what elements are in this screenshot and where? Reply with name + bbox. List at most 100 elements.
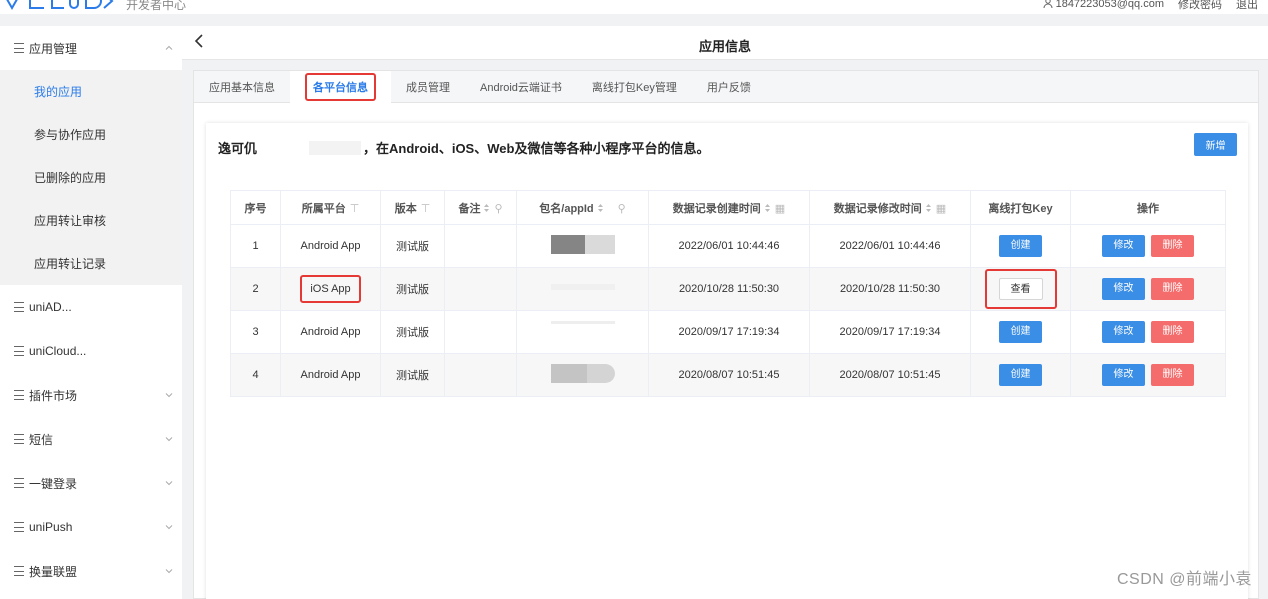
col-label: 离线打包Key [988, 202, 1053, 215]
col-label: 包名/appId [539, 202, 594, 215]
sidebar-group-sms[interactable]: 短信 [0, 417, 182, 461]
chevron-down-icon [165, 481, 173, 486]
tab-platform-info[interactable]: 各平台信息 [290, 71, 391, 103]
sidebar-group-label: 换量联盟 [29, 564, 78, 579]
edit-button[interactable]: 修改 [1102, 364, 1145, 386]
cell-package [516, 267, 649, 311]
create-key-button[interactable]: 创建 [999, 235, 1042, 257]
key-highlight: 查看 [984, 269, 1057, 309]
cell-remark [444, 310, 517, 354]
sort-icon[interactable] [764, 203, 771, 213]
delete-button[interactable]: 删除 [1151, 364, 1194, 386]
cell-no: 1 [230, 224, 281, 268]
tab-bar: 应用基本信息 各平台信息 成员管理 Android云端证书 离线打包Key管理 … [194, 71, 1258, 103]
calendar-icon[interactable]: ▦ [775, 202, 785, 215]
sidebar-item-transfer-review[interactable]: 应用转让审核 [0, 199, 182, 242]
sidebar-item-transfer-records[interactable]: 应用转让记录 [0, 242, 182, 285]
cell-offline-key: 创建 [970, 224, 1071, 268]
sidebar-item-my-apps[interactable]: 我的应用 [0, 70, 182, 113]
cell-no: 4 [230, 353, 281, 397]
cell-actions: 修改 删除 [1070, 224, 1226, 268]
sidebar-group-traffic-exchange[interactable]: 换量联盟 [0, 549, 182, 593]
tab-members[interactable]: 成员管理 [391, 71, 465, 103]
user-email: 1847223053@qq.com [1055, 0, 1164, 10]
col-label: 数据记录创建时间 [672, 202, 761, 215]
tab-label: 用户反馈 [706, 82, 751, 94]
cell-created: 2020/09/17 17:19:34 [648, 310, 810, 354]
delete-button[interactable]: 删除 [1151, 235, 1194, 257]
tab-label: 各平台信息 [305, 73, 376, 101]
col-package: 包名/appId ⚲ [516, 190, 649, 225]
delete-button[interactable]: 删除 [1151, 321, 1194, 343]
chevron-down-icon [165, 525, 173, 530]
menu-list-icon [14, 522, 24, 532]
edit-button[interactable]: 修改 [1102, 235, 1145, 257]
col-modified: 数据记录修改时间 ▦ [809, 190, 971, 225]
sidebar-item-deleted-apps[interactable]: 已删除的应用 [0, 156, 182, 199]
user-account[interactable]: 1847223053@qq.com [1043, 0, 1164, 10]
cell-modified: 2022/06/01 10:44:46 [809, 224, 971, 268]
sidebar-group-label: 应用管理 [29, 41, 78, 56]
chevron-down-icon [165, 393, 173, 398]
tab-offline-key[interactable]: 离线打包Key管理 [577, 71, 692, 103]
col-label: 数据记录修改时间 [833, 202, 922, 215]
table-row: 1 Android App 测试版 2022/06/01 10:44:46 20… [230, 224, 1226, 268]
redacted-text [309, 141, 362, 155]
sidebar-group-unicloud[interactable]: uniCloud... [0, 329, 182, 373]
create-key-button[interactable]: 创建 [999, 364, 1042, 386]
tab-android-cert[interactable]: Android云端证书 [465, 71, 577, 103]
cell-no: 3 [230, 310, 281, 354]
edit-button[interactable]: 修改 [1102, 321, 1145, 343]
calendar-icon[interactable]: ▦ [936, 202, 946, 215]
cell-offline-key: 创建 [970, 353, 1071, 397]
top-right-links: 1847223053@qq.com 修改密码 退出 [1043, 0, 1258, 12]
sidebar-group-label: uniPush [29, 520, 73, 534]
search-icon[interactable]: ⚲ [618, 202, 626, 215]
sidebar-group-plugin-market[interactable]: 插件市场 [0, 373, 182, 417]
create-key-button[interactable]: 创建 [999, 321, 1042, 343]
sidebar-group-app-management[interactable]: 应用管理 [0, 26, 182, 70]
delete-button[interactable]: 删除 [1151, 278, 1194, 300]
logout-link[interactable]: 退出 [1236, 0, 1258, 12]
view-key-button[interactable]: 查看 [998, 278, 1043, 300]
sort-icon[interactable] [483, 203, 490, 213]
col-label: 版本 [394, 202, 417, 215]
app-name: 逸可仉 [218, 141, 258, 156]
sidebar-group-uniad[interactable]: uniAD... [0, 285, 182, 329]
table-header-row: 序号 所属平台 ⊤ 版本 ⊤ 备注 ⚲ 包名/appId ⚲ 数据记录创建时间 ▦ 数据记… [230, 190, 1226, 225]
sidebar-group-unipush[interactable]: uniPush [0, 505, 182, 549]
filter-icon[interactable]: ⊤ [350, 202, 360, 215]
cell-modified: 2020/08/07 10:51:45 [809, 353, 971, 397]
menu-list-icon [14, 302, 24, 312]
add-platform-button[interactable]: 新增 [1194, 133, 1237, 156]
tab-label: 离线打包Key管理 [591, 82, 677, 94]
platform-intro: 逸可仉 ，在Android、iOS、Web及微信等各种小程序平台的信息。 [218, 138, 709, 157]
col-version: 版本 ⊤ [380, 190, 445, 225]
sidebar-group-label: uniAD... [29, 300, 72, 314]
table-row: 3 Android App 测试版 2020/09/17 17:19:34 20… [230, 310, 1226, 354]
sidebar-submenu: 我的应用 参与协作应用 已删除的应用 应用转让审核 应用转让记录 [0, 70, 182, 285]
cell-created: 2020/10/28 11:50:30 [648, 267, 810, 311]
menu-list-icon [14, 390, 24, 400]
menu-list-icon [14, 434, 24, 444]
table-row: 4 Android App 测试版 2020/08/07 10:51:45 20… [230, 353, 1226, 397]
cell-no: 2 [230, 267, 281, 311]
csdn-watermark: CSDN @前端小袁 [1116, 571, 1252, 588]
sort-icon[interactable] [925, 203, 932, 213]
sidebar-item-collab-apps[interactable]: 参与协作应用 [0, 113, 182, 156]
search-icon[interactable]: ⚲ [494, 202, 502, 215]
cell-version: 测试版 [380, 310, 445, 354]
sidebar-group-one-click-login[interactable]: 一键登录 [0, 461, 182, 505]
filter-icon[interactable]: ⊤ [421, 202, 431, 215]
col-label: 备注 [458, 202, 481, 215]
tab-feedback[interactable]: 用户反馈 [692, 71, 766, 103]
cell-remark [444, 267, 517, 311]
tab-label: Android云端证书 [480, 82, 562, 94]
cell-version: 测试版 [380, 267, 445, 311]
tab-basic-info[interactable]: 应用基本信息 [194, 71, 290, 103]
change-password-link[interactable]: 修改密码 [1178, 0, 1222, 12]
sort-icon[interactable] [597, 203, 604, 213]
col-no: 序号 [230, 190, 281, 225]
user-icon [1043, 0, 1053, 8]
edit-button[interactable]: 修改 [1102, 278, 1145, 300]
